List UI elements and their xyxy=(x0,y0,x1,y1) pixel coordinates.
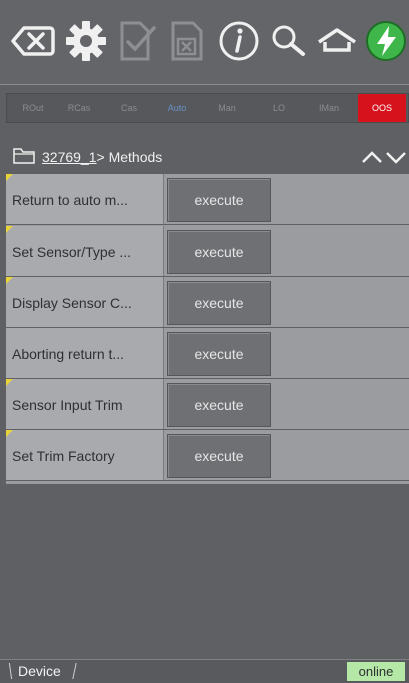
mode-bar: ROut RCas Cas Auto Man LO IMan OOS xyxy=(6,93,409,123)
tab-device[interactable]: Device xyxy=(8,660,78,682)
method-label-cell: Aborting return t... xyxy=(6,328,164,378)
folder-icon xyxy=(13,148,35,164)
execute-button[interactable]: execute xyxy=(167,332,271,376)
row-filler xyxy=(273,379,409,429)
chevron-up-icon[interactable] xyxy=(362,151,382,163)
tab-device-label: Device xyxy=(18,663,61,679)
info-icon[interactable] xyxy=(216,18,262,64)
mode-lo[interactable]: LO xyxy=(257,94,301,122)
breadcrumb-link[interactable]: 32769_1 xyxy=(42,149,97,165)
execute-button[interactable]: execute xyxy=(167,178,271,222)
mode-rcas[interactable]: RCas xyxy=(57,94,101,122)
method-row: Set Sensor/Type ... execute xyxy=(6,226,409,277)
method-label: Sensor Input Trim xyxy=(12,397,123,413)
row-filler xyxy=(273,328,409,378)
breadcrumb-path: 32769_1> Methods xyxy=(42,149,162,165)
mode-iman[interactable]: IMan xyxy=(307,94,351,122)
methods-list: Return to auto m... execute Set Sensor/T… xyxy=(6,174,409,484)
mode-rout[interactable]: ROut xyxy=(11,94,55,122)
method-label-cell: Display Sensor C... xyxy=(6,277,164,327)
row-filler xyxy=(273,430,409,480)
method-label: Set Sensor/Type ... xyxy=(12,244,132,260)
execute-button[interactable]: execute xyxy=(167,434,271,478)
tab-edge xyxy=(8,663,13,679)
execute-button[interactable]: execute xyxy=(167,230,271,274)
mode-cas[interactable]: Cas xyxy=(107,94,151,122)
toolbar xyxy=(0,0,409,85)
status-badge: online xyxy=(347,662,405,681)
check-document-icon[interactable] xyxy=(114,18,160,64)
chevron-down-icon[interactable] xyxy=(386,152,406,164)
mode-auto[interactable]: Auto xyxy=(155,94,199,122)
breadcrumb: 32769_1> Methods xyxy=(0,141,409,173)
home-icon[interactable] xyxy=(314,18,360,64)
bottom-bar: Device online xyxy=(0,659,409,683)
execute-button[interactable]: execute xyxy=(167,383,271,427)
empty-area xyxy=(6,484,409,659)
flag-icon xyxy=(6,174,13,181)
lightning-icon[interactable] xyxy=(363,18,409,64)
method-label-cell: Return to auto m... xyxy=(6,174,164,224)
backspace-icon[interactable] xyxy=(10,18,56,64)
gear-icon[interactable] xyxy=(63,18,109,64)
method-label: Return to auto m... xyxy=(12,192,128,208)
flag-icon xyxy=(6,277,13,284)
method-label-cell: Set Trim Factory xyxy=(6,430,164,480)
nav-arrows xyxy=(362,151,406,164)
method-label-cell: Sensor Input Trim xyxy=(6,379,164,429)
breadcrumb-current: > Methods xyxy=(96,149,163,165)
row-filler xyxy=(273,277,409,327)
method-label: Aborting return t... xyxy=(12,346,125,362)
mode-man[interactable]: Man xyxy=(205,94,249,122)
flag-icon xyxy=(6,379,13,386)
method-row: Aborting return t... execute xyxy=(6,328,409,379)
method-row: Display Sensor C... execute xyxy=(6,277,409,328)
row-filler xyxy=(273,226,409,276)
flag-icon xyxy=(6,226,13,233)
method-label: Set Trim Factory xyxy=(12,448,115,464)
cancel-document-icon[interactable] xyxy=(165,18,211,64)
mode-oos[interactable]: OOS xyxy=(358,94,406,122)
method-row: Set Trim Factory execute xyxy=(6,430,409,481)
flag-icon xyxy=(6,430,13,437)
row-filler xyxy=(273,174,409,224)
search-icon[interactable] xyxy=(265,18,311,64)
method-label: Display Sensor C... xyxy=(12,295,132,311)
execute-button[interactable]: execute xyxy=(167,281,271,325)
method-row: Sensor Input Trim execute xyxy=(6,379,409,430)
method-row: Return to auto m... execute xyxy=(6,174,409,225)
tab-edge xyxy=(72,663,77,679)
method-label-cell: Set Sensor/Type ... xyxy=(6,226,164,276)
